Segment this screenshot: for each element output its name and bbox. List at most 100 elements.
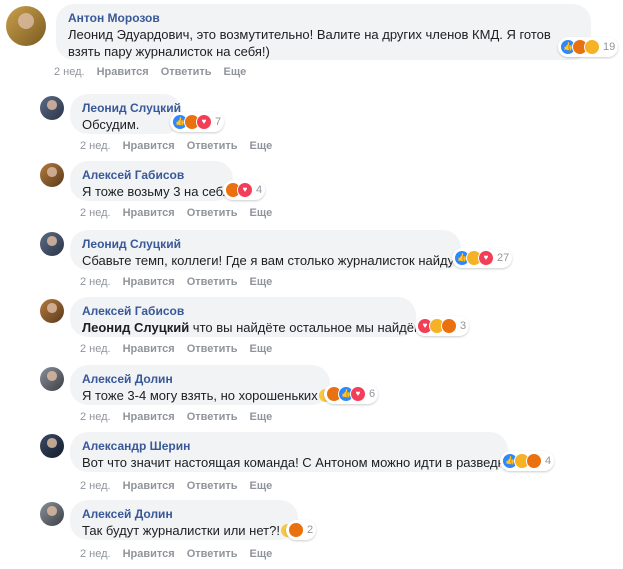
comment-time[interactable]: 2 нед. [80,480,111,492]
comment-text-line: Леонид Слуцкий что вы найдёте остальное … [82,319,427,336]
more-button[interactable]: Еще [250,480,273,492]
comment-actions: 2 нед. Нравится Ответить Еще [80,411,272,423]
reactions-summary[interactable]: 👍 4 [500,451,555,471]
reaction-count: 19 [603,41,616,53]
comment-time[interactable]: 2 нед. [80,207,111,219]
reactions-summary[interactable]: ♥ 3 [415,316,470,336]
more-button[interactable]: Еще [250,548,273,560]
reply-button[interactable]: Ответить [187,480,238,492]
reply-button[interactable]: Ответить [161,66,212,78]
like-button[interactable]: Нравится [123,276,175,288]
comment-author[interactable]: Леонид Слуцкий [82,101,181,116]
avatar[interactable] [40,502,64,526]
comment-time[interactable]: 2 нед. [80,276,111,288]
reactions-summary[interactable]: ♥ 4 [223,180,266,200]
comment-bubble: Алексей Габисов Леонид Слуцкий что вы на… [70,297,427,337]
avatar[interactable] [40,367,64,391]
reply-button[interactable]: Ответить [187,343,238,355]
reaction-count: 4 [256,184,263,196]
like-button[interactable]: Нравится [123,548,175,560]
comment-author[interactable]: Алексей Габисов [82,304,404,319]
more-button[interactable]: Еще [250,207,273,219]
angry-icon [526,453,542,469]
comment-author[interactable]: Антон Морозов [68,11,579,26]
comment-time[interactable]: 2 нед. [54,66,85,78]
reaction-count: 4 [545,455,552,467]
reactions-summary[interactable]: 👍 ♥ 7 [170,112,225,132]
comment-text: что вы найдёте остальное мы найдём. [189,320,427,335]
comment-text-line: Я тоже 3-4 могу взять, но хорошеньких [82,387,332,404]
comment-text: Я тоже 3-4 могу взять, но хорошеньких [82,388,318,403]
reply-button[interactable]: Ответить [187,548,238,560]
comment-text-line: Я тоже возьму 3 на себя [82,184,230,199]
like-button[interactable]: Нравится [123,343,175,355]
comment-author[interactable]: Алексей Долин [82,372,318,387]
more-button[interactable]: Еще [250,276,273,288]
comment-bubble: Антон Морозов Леонид Эдуардович, это воз… [56,4,591,60]
reactions-summary[interactable]: 👍 ♥ 27 [452,248,513,268]
comment-time[interactable]: 2 нед. [80,411,111,423]
comment-text: Так будут журналистки или нет?! [82,523,280,538]
comment-bubble: Алексей Долин Так будут журналистки или … [70,500,298,540]
comment-text-line: Обсудим. [82,117,140,132]
comment-actions: 2 нед. Нравится Ответить Еще [80,140,272,152]
avatar[interactable] [40,434,64,458]
comment-actions: 2 нед. Нравится Ответить Еще [54,66,246,78]
like-button[interactable]: Нравится [123,411,175,423]
reply-button[interactable]: Ответить [187,411,238,423]
haha-icon [584,39,600,55]
comment-text-line: Леонид Эдуардович, это возмутительно! Ва… [68,27,551,42]
comment-author[interactable]: Алексей Долин [82,507,286,522]
like-button[interactable]: Нравится [123,140,175,152]
more-button[interactable]: Еще [250,411,273,423]
reactions-summary[interactable]: 2 [286,520,317,540]
reaction-count: 3 [460,320,467,332]
comment-text-line: Сбавьте темп, коллеги! Где я вам столько… [82,253,465,268]
comment-text-line: Так будут журналистки или нет?! [82,522,294,539]
reaction-count: 7 [215,116,222,128]
love-icon: ♥ [350,386,366,402]
comment-author[interactable]: Александр Шерин [82,439,496,454]
reply-button[interactable]: Ответить [187,207,238,219]
comment-thread: Антон Морозов Леонид Эдуардович, это воз… [0,0,623,569]
love-icon: ♥ [237,182,253,198]
like-button[interactable]: Нравится [123,207,175,219]
reply-button[interactable]: Ответить [187,276,238,288]
comment-actions: 2 нед. Нравится Ответить Еще [80,343,272,355]
comment-time[interactable]: 2 нед. [80,343,111,355]
comment-text-line: Вот что значит настоящая команда! С Анто… [82,455,514,470]
comment-actions: 2 нед. Нравится Ответить Еще [80,480,272,492]
mention-link[interactable]: Леонид Слуцкий [82,320,189,335]
comment-actions: 2 нед. Нравится Ответить Еще [80,276,272,288]
comment-actions: 2 нед. Нравится Ответить Еще [80,207,272,219]
comment-time[interactable]: 2 нед. [80,548,111,560]
angry-icon [288,522,304,538]
reactions-summary[interactable]: 👍 ♥ 6 [324,384,379,404]
love-icon: ♥ [196,114,212,130]
like-button[interactable]: Нравится [123,480,175,492]
like-button[interactable]: Нравится [97,66,149,78]
comment-author[interactable]: Леонид Слуцкий [82,237,449,252]
avatar[interactable] [40,96,64,120]
comment-bubble: Алексей Долин Я тоже 3-4 могу взять, но … [70,365,332,405]
love-icon: ♥ [478,250,494,266]
comment-bubble: Леонид Слуцкий Сбавьте темп, коллеги! Гд… [70,230,465,270]
comment-author[interactable]: Алексей Габисов [82,168,221,183]
more-button[interactable]: Еще [224,66,247,78]
more-button[interactable]: Еще [250,343,273,355]
more-button[interactable]: Еще [250,140,273,152]
comment-text-line: взять пару журналисток на себя!) [68,44,270,59]
comment-time[interactable]: 2 нед. [80,140,111,152]
avatar[interactable] [40,163,64,187]
comment-bubble: Александр Шерин Вот что значит настоящая… [70,432,514,472]
reply-button[interactable]: Ответить [187,140,238,152]
avatar[interactable] [40,299,64,323]
avatar[interactable] [6,6,46,46]
reactions-summary[interactable]: 👍 19 [558,37,619,57]
reaction-count: 27 [497,252,510,264]
angry-icon [441,318,457,334]
comment-bubble: Леонид Слуцкий Обсудим. [70,94,182,134]
avatar[interactable] [40,232,64,256]
comment-actions: 2 нед. Нравится Ответить Еще [80,548,272,560]
comment-bubble: Алексей Габисов Я тоже возьму 3 на себя [70,161,233,201]
